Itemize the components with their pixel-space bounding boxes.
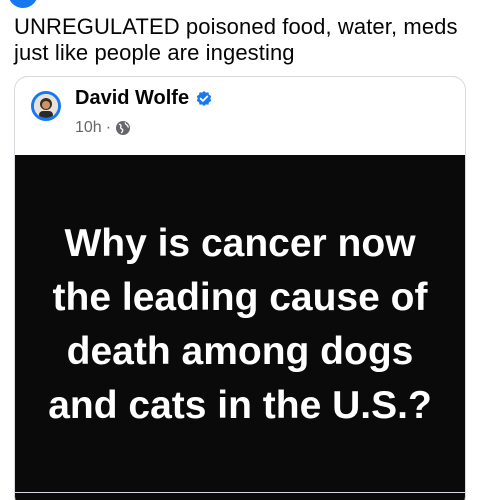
post-caption: UNREGULATED poisoned food, water, meds j… — [14, 14, 458, 65]
shared-post-card[interactable]: David Wolfe 10h · Why is cancer now the … — [14, 76, 466, 500]
globe-icon — [115, 120, 131, 136]
shared-post-header: David Wolfe 10h · — [15, 77, 465, 155]
post-image[interactable]: Why is cancer now the leading cause of d… — [15, 155, 465, 500]
image-headline: Why is cancer now the leading cause of d… — [48, 222, 432, 427]
feed-screen: UNREGULATED poisoned food, water, meds j… — [0, 0, 480, 500]
meta-separator: · — [105, 119, 112, 136]
post-meta: 10h · — [75, 119, 131, 137]
divider — [14, 492, 466, 493]
post-timestamp[interactable]: 10h — [75, 119, 102, 137]
author-name[interactable]: David Wolfe — [75, 87, 189, 110]
author-avatar[interactable] — [31, 91, 61, 121]
verified-badge-icon — [195, 90, 213, 108]
author-avatar-image — [34, 94, 58, 118]
partial-avatar-above — [8, 0, 38, 8]
author-row: David Wolfe — [75, 87, 213, 110]
